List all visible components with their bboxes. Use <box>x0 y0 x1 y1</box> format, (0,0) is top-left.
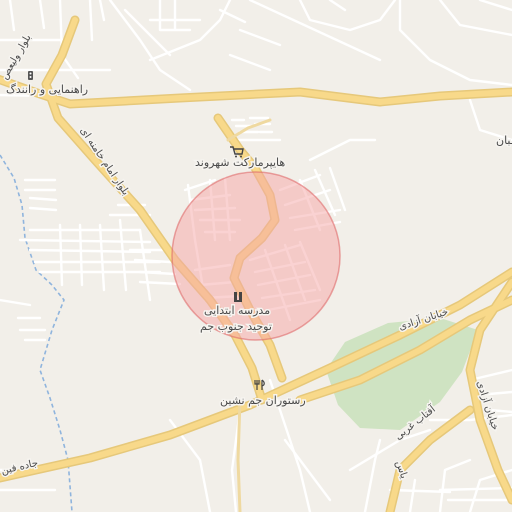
poi-label-restaurant: رستوران جم نشین <box>220 394 306 407</box>
poi-label-hypermarket: هایپرمارکت شهروند <box>195 156 285 169</box>
poi-label-school-line1: مدرسه ابتدایی <box>204 304 270 317</box>
map-view[interactable]: راهنمایی و رانندگ هایپرمارکت شهروند مدرس… <box>0 0 512 512</box>
poi-label-school-line2: توحید جنوب جم <box>200 320 272 333</box>
map-canvas: راهنمایی و رانندگ هایپرمارکت شهروند مدرس… <box>0 0 512 512</box>
traffic-light-icon[interactable] <box>28 71 33 80</box>
poi-label-edge: ـبان <box>496 134 512 147</box>
poi-label-driving-school: راهنمایی و رانندگ <box>6 83 88 96</box>
